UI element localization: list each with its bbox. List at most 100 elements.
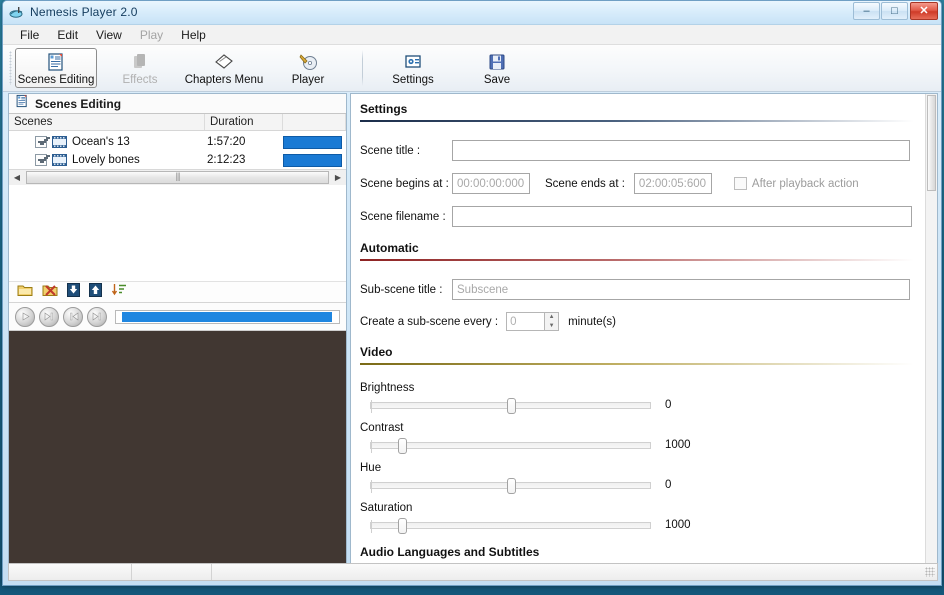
resize-grip-icon[interactable] xyxy=(925,567,935,577)
menu-file[interactable]: File xyxy=(11,27,48,43)
minimize-button[interactable]: – xyxy=(853,2,880,20)
toolbar-effects-label: Effects xyxy=(122,73,158,86)
subscene-interval-stepper[interactable]: 0 ▲ ▼ xyxy=(506,312,560,331)
scene-begins-label: Scene begins at : xyxy=(360,177,449,190)
section-rule-automatic xyxy=(360,259,925,261)
table-row[interactable]: Ocean's 13 1:57:20 xyxy=(9,133,346,151)
minutes-label: minute(s) xyxy=(568,315,617,328)
scenes-list: Scenes Duration Ocean's 13 1:57:20 Lovel… xyxy=(9,114,346,281)
contrast-value: 1000 xyxy=(665,439,691,451)
window-title: Nemesis Player 2.0 xyxy=(30,5,138,19)
maximize-icon: □ xyxy=(891,5,898,17)
subscene-title-input[interactable]: Subscene xyxy=(452,279,910,300)
toolbar-scenes-editing-label: Scenes Editing xyxy=(17,73,95,86)
scroll-left-icon[interactable]: ◀ xyxy=(9,170,25,185)
section-rule-settings xyxy=(360,120,925,122)
close-icon: ✕ xyxy=(919,5,929,17)
scenes-editing-header: Scenes Editing xyxy=(9,94,346,114)
scene-checkbox[interactable] xyxy=(35,154,47,166)
column-header-scenes[interactable]: Scenes xyxy=(9,114,205,130)
sort-icon[interactable] xyxy=(111,283,127,302)
create-subscene-label: Create a sub-scene every : xyxy=(360,315,499,328)
title-bar: Nemesis Player 2.0 – □ ✕ xyxy=(3,1,941,25)
arrow-up-icon[interactable] xyxy=(89,282,102,302)
save-icon xyxy=(487,51,507,73)
after-playback-checkbox xyxy=(733,177,747,190)
hue-slider-thumb[interactable] xyxy=(506,478,516,494)
effects-icon xyxy=(130,51,150,73)
menu-view[interactable]: View xyxy=(87,27,131,43)
table-row[interactable]: Lovely bones 2:12:23 xyxy=(9,151,346,169)
scene-filename-input[interactable] xyxy=(452,206,912,227)
saturation-value: 1000 xyxy=(665,519,691,531)
settings-scrollbar-thumb[interactable] xyxy=(927,95,936,191)
section-title-automatic: Automatic xyxy=(360,241,419,255)
scene-title-input[interactable] xyxy=(452,140,910,161)
toolbar-chapters-menu-button[interactable]: Chapters Menu xyxy=(183,48,265,88)
stepper-buttons[interactable]: ▲ ▼ xyxy=(544,312,560,331)
toolbar-scenes-editing-button[interactable]: Scenes Editing xyxy=(15,48,97,88)
brightness-slider-thumb[interactable] xyxy=(506,398,516,414)
saturation-slider-thumb[interactable] xyxy=(397,518,407,534)
scenes-editing-title: Scenes Editing xyxy=(35,96,122,111)
arrow-down-icon[interactable] xyxy=(67,282,80,302)
scroll-right-icon[interactable]: ▶ xyxy=(330,170,346,185)
add-folder-icon[interactable] xyxy=(17,283,33,302)
toolbar-effects-button: Effects xyxy=(99,48,181,88)
settings-panel: Settings Scene title : Scene begins at :… xyxy=(350,93,938,564)
subscene-interval-value[interactable]: 0 xyxy=(506,312,545,331)
brightness-slider[interactable] xyxy=(370,398,651,414)
scene-filename-label: Scene filename : xyxy=(360,210,446,223)
menu-edit[interactable]: Edit xyxy=(48,27,87,43)
scene-name-cell: Ocean's 13 xyxy=(9,136,205,148)
toolbar-save-button[interactable]: Save xyxy=(456,48,538,88)
scenes-editing-icon xyxy=(15,94,29,113)
scene-checkbox[interactable] xyxy=(35,136,47,148)
stepper-down-icon[interactable]: ▼ xyxy=(545,322,558,331)
scenes-list-header: Scenes Duration xyxy=(9,114,346,131)
toolbar-player-button[interactable]: Player xyxy=(267,48,349,88)
toolbar-settings-button[interactable]: Settings xyxy=(372,48,454,88)
main-body: Scenes Editing Scenes Duration Ocean's 1… xyxy=(8,93,938,564)
hue-slider[interactable] xyxy=(370,478,651,494)
column-header-bar[interactable] xyxy=(283,114,346,130)
video-preview[interactable] xyxy=(9,331,346,563)
contrast-slider-thumb[interactable] xyxy=(397,438,407,454)
scene-name-cell: Lovely bones xyxy=(9,154,205,166)
maximize-button[interactable]: □ xyxy=(881,2,908,20)
hue-value: 0 xyxy=(665,479,672,491)
player-icon xyxy=(298,51,318,73)
column-header-duration[interactable]: Duration xyxy=(205,114,283,130)
scene-title-label: Scene title : xyxy=(360,144,421,157)
scene-duration-text: 2:12:23 xyxy=(207,154,246,166)
seek-slider[interactable] xyxy=(115,309,340,324)
stop-button[interactable] xyxy=(87,306,107,327)
toolbar-grip[interactable] xyxy=(7,45,14,91)
scene-ends-input[interactable]: 02:00:05:600 xyxy=(633,173,712,194)
subscene-title-label: Sub-scene title : xyxy=(360,283,443,296)
delete-icon[interactable] xyxy=(42,283,58,302)
scene-begins-input[interactable]: 00:00:00:000 xyxy=(452,173,530,194)
scenes-horizontal-scrollbar[interactable]: ◀ ▶ xyxy=(9,169,346,185)
settings-vertical-scrollbar[interactable] xyxy=(925,94,937,563)
toolbar-chapters-menu-label: Chapters Menu xyxy=(184,73,264,86)
section-title-settings: Settings xyxy=(360,102,408,116)
toolbar-save-label: Save xyxy=(483,73,511,86)
previous-button[interactable] xyxy=(63,306,83,327)
menu-help[interactable]: Help xyxy=(172,27,215,43)
scenes-editing-icon xyxy=(46,51,66,73)
hue-label: Hue xyxy=(360,462,382,474)
scrollbar-thumb[interactable] xyxy=(26,171,329,184)
play-button[interactable] xyxy=(15,306,35,327)
brightness-label: Brightness xyxy=(360,382,415,394)
toolbar-player-label: Player xyxy=(291,73,325,86)
next-button[interactable] xyxy=(39,306,59,327)
saturation-slider[interactable] xyxy=(370,518,651,534)
stepper-up-icon[interactable]: ▲ xyxy=(545,313,558,322)
film-icon xyxy=(52,136,67,148)
desktop-background: Nemesis Player 2.0 – □ ✕ File Edit View … xyxy=(0,0,944,595)
scene-progress-cell xyxy=(283,135,346,149)
close-button[interactable]: ✕ xyxy=(910,2,938,20)
contrast-slider[interactable] xyxy=(370,438,651,454)
minimize-icon: – xyxy=(863,5,870,17)
